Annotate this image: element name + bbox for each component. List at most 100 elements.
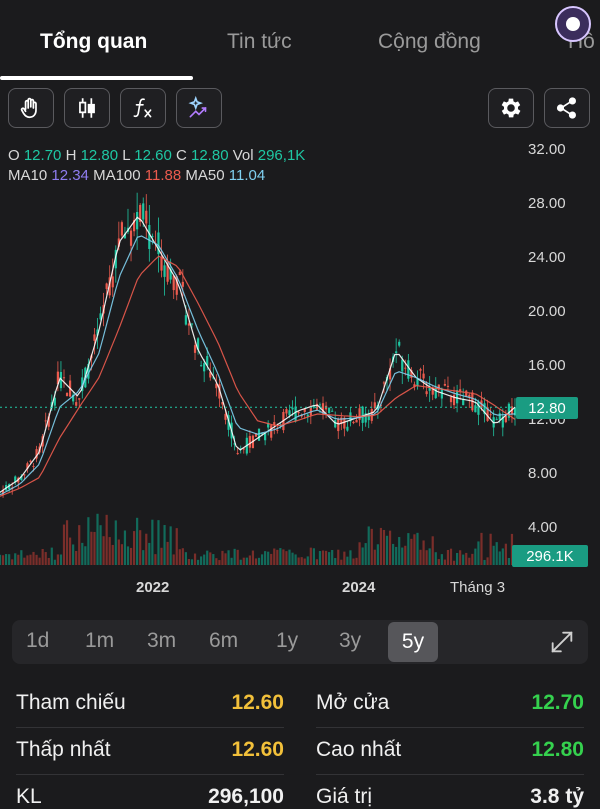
chart-type-button[interactable] bbox=[64, 88, 110, 128]
volume-bar bbox=[200, 556, 203, 565]
candle-body bbox=[407, 360, 410, 379]
candle-body bbox=[459, 389, 462, 392]
tab-news[interactable]: Tin tức bbox=[227, 30, 292, 54]
volume-bar bbox=[340, 559, 343, 565]
tab-overview[interactable]: Tổng quan bbox=[40, 30, 147, 54]
candle-body bbox=[203, 363, 206, 372]
period-6m[interactable]: 6m bbox=[209, 629, 238, 653]
candle-body bbox=[309, 406, 312, 416]
candle-body bbox=[248, 436, 251, 448]
volume-bar bbox=[282, 549, 285, 565]
volume-bar bbox=[343, 551, 346, 565]
volume-bar bbox=[413, 534, 416, 565]
candle-body bbox=[291, 407, 294, 410]
candle-body bbox=[190, 323, 194, 325]
period-1y[interactable]: 1y bbox=[276, 629, 298, 653]
candle-body bbox=[434, 387, 437, 399]
stat-label-open: Mở cửa bbox=[316, 691, 390, 714]
volume-bar bbox=[93, 531, 96, 565]
volume-bar bbox=[148, 542, 151, 565]
volume-bar bbox=[172, 554, 175, 565]
volume-bar bbox=[260, 554, 264, 565]
price-chart[interactable] bbox=[0, 138, 600, 570]
ma-readout: MA10 12.34 MA100 11.88 MA50 11.04 bbox=[8, 167, 266, 184]
volume-bar bbox=[331, 549, 334, 565]
volume-bar bbox=[434, 552, 437, 565]
hand-button[interactable] bbox=[8, 88, 54, 128]
volume-bar bbox=[407, 533, 410, 565]
share-button[interactable] bbox=[544, 88, 590, 128]
period-3m[interactable]: 3m bbox=[147, 629, 176, 653]
candle-body bbox=[465, 390, 468, 397]
volume-bar bbox=[410, 538, 413, 565]
volume-bar bbox=[273, 548, 276, 565]
stat-value-reference: 12.60 bbox=[231, 691, 284, 714]
volume-bar bbox=[334, 558, 337, 565]
candle-body bbox=[105, 283, 108, 289]
volume-bar bbox=[96, 513, 99, 565]
period-1d[interactable]: 1d bbox=[26, 629, 49, 653]
ai-sparkle-icon bbox=[188, 95, 207, 118]
volume-bar bbox=[32, 551, 35, 565]
indicators-button[interactable] bbox=[120, 88, 166, 128]
volume-bar bbox=[11, 559, 14, 565]
volume-bar bbox=[392, 543, 395, 565]
candle-body bbox=[294, 406, 297, 422]
volume-bar bbox=[99, 525, 102, 565]
candle-body bbox=[443, 383, 447, 386]
volume-bar bbox=[306, 556, 309, 565]
volume-bar bbox=[236, 549, 239, 565]
divider bbox=[16, 774, 284, 775]
candle-body bbox=[449, 397, 453, 403]
volume-bar bbox=[367, 526, 370, 565]
volume-bar bbox=[370, 528, 373, 565]
volume-bar bbox=[29, 554, 32, 565]
candle-body bbox=[446, 385, 450, 387]
stat-value-value: 3.8 tỷ bbox=[530, 785, 584, 808]
candle-body bbox=[318, 404, 322, 406]
candle-body bbox=[288, 410, 291, 416]
candle-body bbox=[160, 256, 163, 271]
volume-bar bbox=[187, 558, 191, 565]
volume-bar bbox=[157, 520, 160, 565]
volume-bar bbox=[23, 557, 26, 565]
volume-bar bbox=[178, 549, 181, 565]
volume-bar bbox=[300, 557, 303, 565]
y-tick: 8.00 bbox=[528, 465, 558, 482]
settings-button[interactable] bbox=[488, 88, 534, 128]
volume-bar bbox=[328, 552, 331, 565]
volume-bar bbox=[507, 557, 511, 565]
stat-label-high: Cao nhất bbox=[316, 738, 402, 761]
candle-body bbox=[65, 393, 69, 397]
y-tick: 28.00 bbox=[528, 195, 566, 212]
tab-community[interactable]: Cộng đồng bbox=[378, 30, 481, 54]
candle-body bbox=[425, 391, 428, 395]
candle-body bbox=[419, 369, 422, 371]
period-5y[interactable]: 5y bbox=[388, 622, 438, 662]
expand-icon[interactable] bbox=[548, 628, 576, 656]
candle-body bbox=[398, 341, 401, 346]
ai-analysis-button[interactable] bbox=[176, 88, 222, 128]
assistant-avatar[interactable] bbox=[555, 6, 591, 42]
volume-bar bbox=[504, 543, 507, 565]
function-icon bbox=[133, 98, 152, 118]
volume-bar bbox=[8, 554, 11, 565]
volume-bar bbox=[489, 533, 492, 565]
volume-bar bbox=[136, 517, 139, 565]
volume-bar bbox=[193, 553, 197, 565]
volume-bar bbox=[459, 550, 462, 565]
volume-bar bbox=[129, 547, 133, 565]
period-3y[interactable]: 3y bbox=[339, 629, 361, 653]
volume-bar bbox=[41, 548, 44, 565]
volume-bar bbox=[254, 558, 258, 565]
candle-body bbox=[489, 414, 492, 416]
period-1m[interactable]: 1m bbox=[85, 629, 114, 653]
volume-bar bbox=[0, 554, 2, 565]
candle-body bbox=[178, 272, 181, 276]
divider bbox=[316, 774, 584, 775]
tab-bar: Tổng quan Tin tức Cộng đồng Hồ bbox=[0, 0, 600, 80]
candle-body bbox=[331, 410, 334, 412]
volume-bar bbox=[68, 537, 72, 565]
candle-body bbox=[270, 425, 273, 438]
volume-bar bbox=[495, 542, 498, 565]
